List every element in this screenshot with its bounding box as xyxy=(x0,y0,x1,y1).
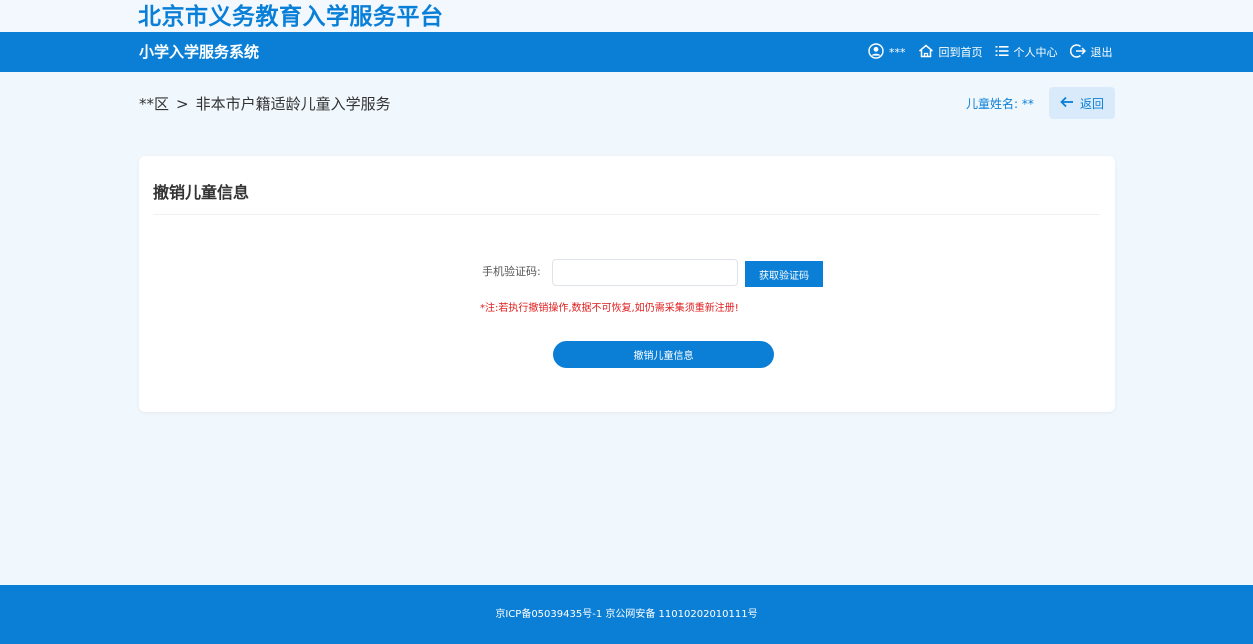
footer: 京ICP备05039435号-1 京公网安备 11010202010111号 xyxy=(0,585,1253,644)
personal-center-link[interactable]: 个人中心 xyxy=(995,44,1058,60)
phone-code-input[interactable] xyxy=(552,259,738,286)
back-label: 返回 xyxy=(1079,96,1104,111)
nav-right: *** 回到首页 个人中心 退出 xyxy=(868,42,1113,62)
home-icon xyxy=(918,44,939,61)
child-name-value: ** xyxy=(1021,97,1034,111)
arrow-left-icon xyxy=(1060,96,1080,111)
navbar: 小学入学服务系统 *** 回到首页 个人中心 退出 xyxy=(0,32,1253,72)
child-name: 儿童姓名: ** xyxy=(966,95,1034,113)
home-label: 回到首页 xyxy=(938,46,983,59)
breadcrumb-district[interactable]: **区 xyxy=(139,95,169,113)
logout-link[interactable]: 退出 xyxy=(1069,43,1113,62)
user-menu[interactable]: *** xyxy=(868,42,906,62)
list-icon xyxy=(995,45,1014,60)
user-avatar-icon xyxy=(868,42,889,62)
warning-note: *注:若执行撤销操作,数据不可恢复,如仍需采集须重新注册! xyxy=(480,303,739,314)
system-name: 小学入学服务系统 xyxy=(139,43,260,61)
phone-code-label: 手机验证码: xyxy=(482,265,541,278)
revoke-child-info-button[interactable]: 撤销儿童信息 xyxy=(553,341,774,368)
child-name-label: 儿童姓名: xyxy=(966,97,1019,111)
get-code-button[interactable]: 获取验证码 xyxy=(745,261,823,287)
card-divider xyxy=(153,214,1100,215)
personal-center-label: 个人中心 xyxy=(1013,46,1058,59)
site-title: 北京市义务教育入学服务平台 xyxy=(138,4,444,30)
logout-icon xyxy=(1069,43,1091,62)
home-link[interactable]: 回到首页 xyxy=(918,44,983,61)
breadcrumb-separator: > xyxy=(176,95,189,113)
top-banner: 北京市义务教育入学服务平台 xyxy=(0,0,1253,32)
user-name: *** xyxy=(889,45,906,59)
breadcrumb: **区 > 非本市户籍适龄儿童入学服务 xyxy=(139,94,391,114)
footer-text: 京ICP备05039435号-1 京公网安备 11010202010111号 xyxy=(495,608,758,620)
revoke-card: 撤销儿童信息 手机验证码: 获取验证码 *注:若执行撤销操作,数据不可恢复,如仍… xyxy=(139,156,1115,412)
logout-label: 退出 xyxy=(1090,46,1113,59)
card-title: 撤销儿童信息 xyxy=(153,183,250,202)
breadcrumb-service: 非本市户籍适龄儿童入学服务 xyxy=(195,95,391,113)
back-button[interactable]: 返回 xyxy=(1049,87,1115,119)
